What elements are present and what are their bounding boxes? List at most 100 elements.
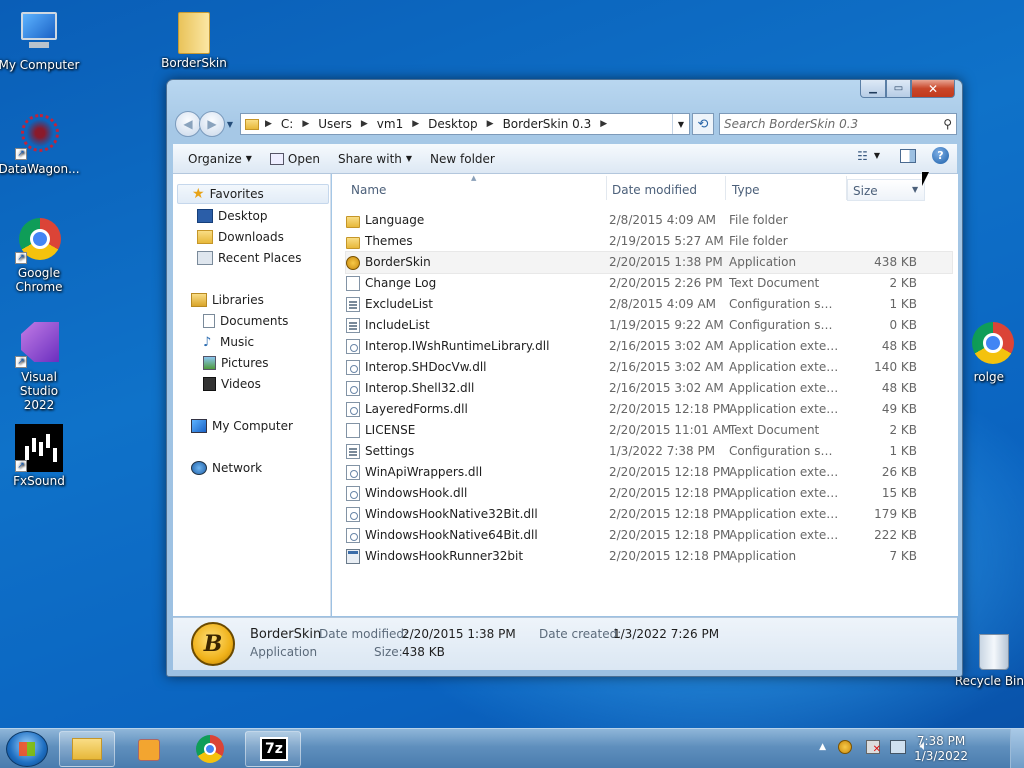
column-header-date[interactable]: Date modified [612,179,697,201]
shortcut-arrow-icon: ↗ [15,252,27,264]
details-size: 438 KB [402,645,445,659]
file-row[interactable]: WindowsHook.dll 2/20/2015 12:18 PM Applica… [346,483,952,504]
column-divider [606,176,607,200]
show-hidden-icons-button[interactable]: ▲ [819,742,826,752]
desktop-icon-visual-studio[interactable]: ↗ Visual Studio 2022 [0,320,81,412]
desktop-icon-datawagon[interactable]: ↗ DataWagon... [0,112,81,176]
file-date-cell: 2/20/2015 11:01 AM [609,423,732,437]
breadcrumb-users[interactable]: Users [309,117,361,131]
change-view-icon[interactable]: ☷ [857,149,868,163]
nav-favorites[interactable]: ★ Favorites [177,184,329,204]
desktop-icon-google-chrome[interactable]: ↗ Google Chrome [0,216,81,294]
nav-network[interactable]: Network [191,458,262,478]
view-dropdown-icon[interactable]: ▼ [874,151,880,160]
taskbar-media-player-button[interactable] [121,731,177,767]
nav-libraries[interactable]: Libraries [191,290,264,310]
taskbar-chrome-button[interactable] [183,731,239,767]
file-row[interactable]: Change Log 2/20/2015 2:26 PM Text Document… [346,273,952,294]
show-desktop-button[interactable] [1010,729,1024,768]
desktop-icon-borderskin-folder[interactable]: BorderSkin [152,6,236,70]
nav-item-documents[interactable]: Documents [203,311,288,331]
preview-pane-icon[interactable] [900,148,916,163]
file-type-cell: Application extens... [729,381,839,395]
search-input[interactable]: Search BorderSkin 0.3 ⚲ [719,113,957,135]
address-bar[interactable]: ▶ C: ▶ Users ▶ vm1 ▶ Desktop ▶ BorderSki… [240,113,690,135]
breadcrumb-separator-icon[interactable]: ▶ [361,119,368,129]
file-row[interactable]: WindowsHookNative64Bit.dll 2/20/2015 12:1… [346,525,952,546]
nav-item-downloads[interactable]: Downloads [197,227,284,247]
file-row[interactable]: Interop.IWshRuntimeLibrary.dll 2/16/2015 … [346,336,952,357]
help-icon[interactable]: ? [932,147,949,164]
file-type-cell: Application extens... [729,402,839,416]
breadcrumb-separator-icon[interactable]: ▶ [302,119,309,129]
file-row[interactable]: BorderSkin 2/20/2015 1:38 PM Application 43… [345,251,953,274]
file-date-cell: 2/20/2015 12:18 PM [609,465,731,479]
maximize-button[interactable]: ▭ [886,80,911,98]
recent-pages-dropdown[interactable]: ▼ [223,111,237,137]
column-header-type[interactable]: Type [732,179,760,201]
borderskin-app-icon: B [191,622,235,666]
file-size-cell: 222 KB [874,528,917,542]
breadcrumb-desktop[interactable]: Desktop [419,117,487,131]
close-button[interactable]: ✕ [911,80,955,98]
open-button[interactable]: Open [261,147,329,171]
address-dropdown-icon[interactable]: ▼ [672,114,689,134]
file-row[interactable]: Settings 1/3/2022 7:38 PM Configuration se… [346,441,952,462]
file-date-cell: 2/20/2015 12:18 PM [609,528,731,542]
desktop-icon-fxsound[interactable]: ↗ FxSound [0,424,81,488]
desktop-icon-my-computer[interactable]: My Computer [0,8,81,72]
organize-button[interactable]: Organize ▼ [179,147,261,171]
file-row[interactable]: LICENSE 2/20/2015 11:01 AM Text Document 2 … [346,420,952,441]
breadcrumb-separator-icon[interactable]: ▶ [265,119,272,129]
nav-item-videos[interactable]: Videos [203,374,261,394]
column-header-name[interactable]: Name [351,179,386,201]
nav-item-recent-places[interactable]: Recent Places [197,248,301,268]
file-row[interactable]: ExcludeList 2/8/2015 4:09 AM Configuration… [346,294,952,315]
borderskin-tray-icon[interactable] [838,740,852,754]
command-bar: Organize ▼ Open Share with ▼ New folder ☷ … [173,144,957,174]
minimize-button[interactable]: ▁ [860,80,886,98]
breadcrumb-separator-icon[interactable]: ▶ [412,119,419,129]
file-row[interactable]: WinApiWrappers.dll 2/20/2015 12:18 PM Appl… [346,462,952,483]
column-dropdown-icon[interactable]: ▼ [912,185,918,194]
file-row[interactable]: WindowsHookNative32Bit.dll 2/20/2015 12:1… [346,504,952,525]
file-row[interactable]: Themes 2/19/2015 5:27 AM File folder [346,231,952,252]
details-date-modified: 2/20/2015 1:38 PM [402,627,516,641]
file-row[interactable]: WindowsHookRunner32bit 2/20/2015 12:18 PM… [346,546,952,567]
details-pane: B BorderSkin Application Date modified: … [173,617,957,670]
file-date-cell: 1/19/2015 9:22 AM [609,318,724,332]
taskbar-explorer-button[interactable] [59,731,115,767]
new-folder-button[interactable]: New folder [421,147,504,171]
system-clock[interactable]: 7:38 PM 1/3/2022 [914,734,968,764]
breadcrumb-separator-icon[interactable]: ▶ [487,119,494,129]
nav-my-computer[interactable]: My Computer [191,416,293,436]
file-row[interactable]: Language 2/8/2015 4:09 AM File folder [346,210,952,231]
refresh-button[interactable]: ⟲ [692,113,714,135]
action-center-icon[interactable]: ✕ [866,740,881,755]
navigation-buttons: ◀ ▶ ▼ [175,111,237,137]
nav-item-desktop[interactable]: Desktop [197,206,268,226]
chrome-icon: ↗ [15,216,63,264]
file-type-cell: File folder [729,234,788,248]
network-tray-icon[interactable] [890,740,906,754]
file-row[interactable]: Interop.SHDocVw.dll 2/16/2015 3:02 AM Appl… [346,357,952,378]
file-type-icon [346,360,360,375]
breadcrumb-borderskin[interactable]: BorderSkin 0.3 [494,117,601,131]
file-name-cell: LayeredForms.dll [346,399,609,420]
breadcrumb-vm1[interactable]: vm1 [368,117,412,131]
share-with-button[interactable]: Share with ▼ [329,147,421,171]
file-row[interactable]: Interop.Shell32.dll 2/16/2015 3:02 AM Appl… [346,378,952,399]
breadcrumb-separator-icon[interactable]: ▶ [600,119,607,129]
file-size-cell: 49 KB [881,402,917,416]
file-row[interactable]: LayeredForms.dll 2/20/2015 12:18 PM Applic… [346,399,952,420]
taskbar-7zip-button[interactable]: 7z [245,731,301,767]
file-row[interactable]: IncludeList 1/19/2015 9:22 AM Configuratio… [346,315,952,336]
start-button[interactable] [6,731,48,767]
nav-item-music[interactable]: ♪ Music [203,332,254,352]
breadcrumb-c-drive[interactable]: C: [272,117,302,131]
nav-item-pictures[interactable]: Pictures [203,353,269,373]
back-button[interactable]: ◀ [175,111,201,137]
forward-button[interactable]: ▶ [199,111,225,137]
file-date-cell: 2/8/2015 4:09 AM [609,213,717,227]
explorer-window[interactable]: ▁ ▭ ✕ ◀ ▶ ▼ ▶ C: ▶ Users ▶ vm1 ▶ Desktop… [166,79,963,677]
